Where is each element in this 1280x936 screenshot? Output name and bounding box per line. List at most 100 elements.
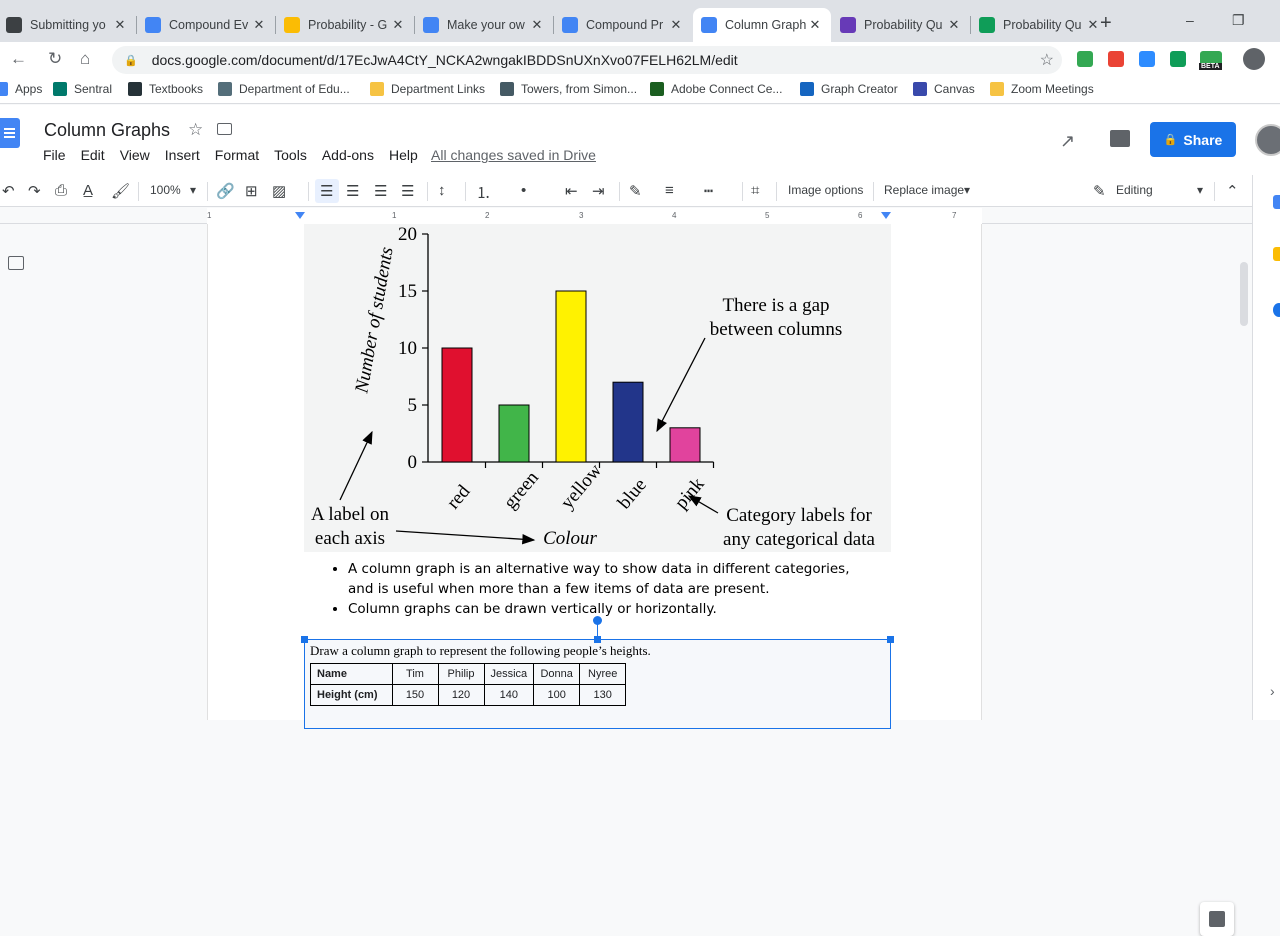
browser-tab[interactable]: Probability Qu ✕ — [971, 8, 1109, 42]
document-outline-icon[interactable] — [8, 256, 24, 270]
reload-icon[interactable]: ↻ — [48, 49, 62, 69]
paint-format-icon[interactable]: 🖌 — [111, 182, 130, 200]
resize-handle[interactable] — [887, 636, 894, 643]
undo-icon[interactable]: ↶ — [2, 182, 15, 200]
menu-addons[interactable]: Add-ons — [322, 147, 374, 163]
close-tab-icon[interactable]: ✕ — [529, 17, 545, 33]
bookmark-item[interactable]: Textbooks — [128, 82, 203, 96]
justify-icon[interactable]: ☰ — [401, 182, 414, 200]
user-avatar[interactable] — [1255, 124, 1280, 156]
bookmark-item[interactable]: Towers, from Simon... — [500, 82, 637, 96]
bookmark-item[interactable]: Apps — [0, 82, 42, 96]
print-icon[interactable]: ⎙ — [55, 182, 67, 199]
close-tab-icon[interactable]: ✕ — [668, 17, 684, 33]
close-tab-icon[interactable]: ✕ — [251, 17, 267, 33]
image-options-button[interactable]: Image options — [788, 183, 863, 197]
menu-insert[interactable]: Insert — [165, 147, 200, 163]
profile-avatar[interactable] — [1243, 48, 1265, 70]
browser-tab[interactable]: Probability Qu ✕ — [832, 8, 970, 42]
vertical-scrollbar[interactable] — [1240, 262, 1248, 326]
x-tick-label: blue — [614, 475, 651, 514]
bookmark-label: Apps — [15, 82, 43, 96]
right-indent-marker[interactable] — [881, 212, 891, 219]
redo-icon[interactable]: ↷ — [28, 182, 41, 200]
replace-image-button[interactable]: Replace image — [884, 183, 964, 197]
menu-help[interactable]: Help — [389, 147, 418, 163]
close-tab-icon[interactable]: ✕ — [390, 17, 406, 33]
star-icon[interactable]: ☆ — [188, 120, 203, 140]
menu-tools[interactable]: Tools — [274, 147, 307, 163]
editing-mode-select[interactable]: Editing — [1116, 183, 1153, 197]
minimize-icon[interactable]: – — [1186, 12, 1194, 28]
menu-file[interactable]: File — [43, 147, 66, 163]
zoom-extension-icon[interactable] — [1139, 51, 1155, 67]
calendar-icon[interactable] — [1273, 195, 1280, 209]
resize-handle[interactable] — [594, 636, 601, 643]
spellcheck-icon[interactable]: A̲ — [83, 182, 93, 199]
link-icon[interactable]: 🔗 — [216, 182, 235, 200]
browser-tab[interactable]: Compound Ev ✕ — [137, 8, 275, 42]
share-button[interactable]: 🔒 Share — [1150, 122, 1236, 157]
url-field[interactable]: 🔒 docs.google.com/document/d/17EcJwA4CtY… — [112, 46, 1062, 74]
bookmark-item[interactable]: Adobe Connect Ce... — [650, 82, 782, 96]
align-center-icon[interactable]: ☰ — [346, 182, 359, 200]
close-tab-icon[interactable]: ✕ — [1085, 17, 1101, 33]
activity-trend-icon[interactable]: ↗ — [1060, 131, 1075, 152]
menu-view[interactable]: View — [120, 147, 150, 163]
left-indent-marker[interactable] — [295, 212, 305, 219]
close-tab-icon[interactable]: ✕ — [807, 17, 823, 33]
new-tab-button[interactable]: + — [1100, 12, 1112, 35]
column-graph-image[interactable]: 0 5 10 15 20 red green yellow blue pink Number of… — [304, 224, 891, 552]
resize-handle[interactable] — [301, 636, 308, 643]
bookmark-item[interactable]: Zoom Meetings — [990, 82, 1094, 96]
browser-tab-active[interactable]: Column Graph ✕ — [693, 8, 831, 42]
hide-menus-chevron-up-icon[interactable]: ⌃ — [1226, 182, 1239, 200]
keep-icon[interactable] — [1273, 247, 1280, 261]
border-weight-icon[interactable]: ≡ — [665, 182, 674, 199]
back-arrow-icon[interactable]: ← — [10, 49, 27, 69]
drive-extension-icon[interactable] — [1077, 51, 1093, 67]
crop-icon[interactable]: ⌗ — [751, 182, 759, 199]
y-axis-label: Number of students — [351, 245, 398, 395]
explore-button[interactable] — [1200, 902, 1234, 936]
document-title[interactable]: Column Graphs — [44, 120, 170, 141]
bookmark-item[interactable]: Graph Creator — [800, 82, 898, 96]
close-tab-icon[interactable]: ✕ — [112, 17, 128, 33]
menu-format[interactable]: Format — [215, 147, 259, 163]
move-to-folder-icon[interactable] — [217, 123, 232, 135]
bookmark-star-icon[interactable]: ☆ — [1040, 50, 1054, 70]
bookmark-item[interactable]: Department Links — [370, 82, 485, 96]
screencast-extension-icon[interactable] — [1108, 51, 1124, 67]
numbered-list-icon[interactable]: ⒈ — [476, 182, 491, 203]
restore-icon[interactable]: ❐ — [1232, 12, 1245, 29]
browser-tab[interactable]: Compound Pr ✕ — [554, 8, 692, 42]
cast-extension-icon[interactable] — [1170, 51, 1186, 67]
border-color-icon[interactable]: ✎ — [629, 182, 642, 200]
comment-history-icon[interactable] — [1110, 130, 1130, 147]
line-spacing-icon[interactable]: ↕ — [438, 182, 446, 199]
border-dash-icon[interactable]: ┅ — [704, 182, 713, 200]
increase-indent-icon[interactable]: ⇥ — [592, 182, 605, 200]
add-comment-icon[interactable]: ⊞ — [245, 182, 258, 200]
bookmark-item[interactable]: Sentral — [53, 82, 112, 96]
question-image[interactable]: Draw a column graph to represent the fol… — [304, 639, 891, 729]
insert-image-icon[interactable]: ▨ — [272, 182, 286, 200]
align-left-icon[interactable]: ☰ — [320, 182, 333, 200]
chevron-down-icon[interactable]: ▾ — [190, 183, 196, 197]
align-right-icon[interactable]: ☰ — [374, 182, 387, 200]
save-status[interactable]: All changes saved in Drive — [431, 147, 596, 163]
tasks-icon[interactable] — [1273, 303, 1280, 317]
browser-tab[interactable]: Probability - G ✕ — [276, 8, 414, 42]
close-tab-icon[interactable]: ✕ — [946, 17, 962, 33]
home-icon[interactable]: ⌂ — [80, 49, 90, 69]
menu-edit[interactable]: Edit — [81, 147, 105, 163]
decrease-indent-icon[interactable]: ⇤ — [565, 182, 578, 200]
bulleted-list-icon[interactable]: • — [521, 182, 526, 199]
docs-logo-icon[interactable] — [0, 118, 20, 148]
browser-tab[interactable]: Make your ow ✕ — [415, 8, 553, 42]
browser-tab[interactable]: Submitting yo ✕ — [0, 8, 136, 42]
bookmark-item[interactable]: Department of Edu... — [218, 82, 350, 96]
close-panel-icon[interactable]: › — [1270, 683, 1275, 699]
bookmark-item[interactable]: Canvas — [913, 82, 975, 96]
zoom-select[interactable]: 100% — [150, 183, 181, 197]
